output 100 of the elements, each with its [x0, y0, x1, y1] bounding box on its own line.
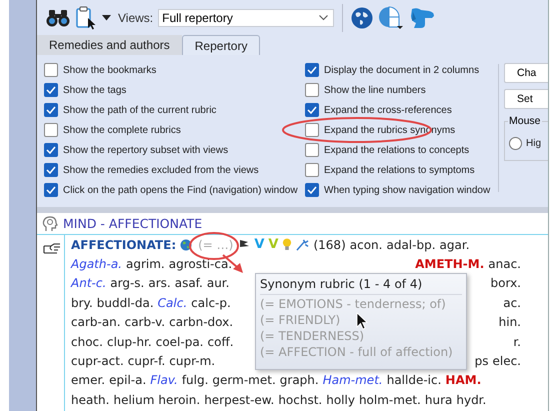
remedy-abbreviation[interactable]: holly [326, 392, 355, 407]
checkbox[interactable] [44, 163, 58, 177]
checkbox[interactable] [305, 183, 319, 197]
option-label[interactable]: Click on the path opens the Find (navigation) window [63, 184, 298, 196]
checkbox[interactable] [305, 83, 319, 97]
checkbox[interactable] [44, 183, 58, 197]
remedy-abbreviation[interactable]: coff. [208, 334, 234, 349]
remedy-abbreviation[interactable]: helium [113, 392, 154, 407]
remedy-abbreviation[interactable]: cupr-act. [71, 354, 124, 368]
option-label[interactable]: Expand the relations to concepts [324, 144, 470, 156]
radio-button[interactable] [509, 137, 522, 150]
remedy-abbreviation[interactable]: borx. [490, 276, 521, 290]
remedy-abbreviation[interactable]: aur. [206, 276, 230, 290]
remedy-abbreviation[interactable]: anac. [488, 257, 521, 272]
remedy-abbreviation[interactable]: asaf. [174, 276, 203, 290]
group-title: Mouse [508, 115, 542, 127]
remedy-abbreviation[interactable]: germ-met. [212, 373, 276, 388]
rubric-path[interactable]: MIND - AFFECTIONATE [63, 216, 202, 231]
remedy-abbreviation[interactable]: epil-a. [109, 373, 146, 388]
remedy-abbreviation[interactable]: elec. [492, 354, 521, 368]
option-label[interactable]: Show the path of the current rubric [63, 104, 216, 116]
remedy-abbreviation[interactable]: hura [424, 392, 452, 407]
head-profile-icon [42, 216, 58, 232]
checkbox[interactable] [305, 63, 319, 77]
checkbox[interactable] [44, 83, 58, 97]
side-button[interactable]: Set [504, 89, 548, 109]
wand-icon[interactable] [296, 238, 310, 251]
remedy-abbreviation[interactable]: agrosti-ca. [168, 257, 232, 272]
checkbox[interactable] [44, 103, 58, 117]
remedy-abbreviation[interactable]: agrim. [126, 257, 165, 272]
remedy-abbreviation[interactable]: choc. [71, 334, 103, 349]
remedy-abbreviation[interactable]: Calc. [158, 296, 188, 310]
remedy-abbreviation[interactable]: holm-met. [358, 392, 421, 407]
remedy-abbreviation[interactable]: Flav. [150, 373, 178, 388]
remedy-abbreviation[interactable]: hallde-ic. [386, 373, 442, 388]
remedy-abbreviation[interactable]: r. [513, 334, 521, 349]
remedy-abbreviation[interactable]: AMETH-M. [415, 257, 484, 272]
tab[interactable]: Remedies and authors [37, 35, 182, 55]
remedy-abbreviation[interactable]: carbn-dox. [169, 315, 234, 330]
pointing-hand-icon [43, 243, 61, 255]
globe-icon[interactable] [351, 6, 374, 28]
remedy-abbreviation[interactable]: adal-bp. [386, 238, 436, 252]
option-label[interactable]: Expand the relations to symptoms [324, 164, 475, 176]
remedy-abbreviation[interactable]: coel-pa. [156, 334, 204, 349]
clipboard-icon[interactable] [75, 6, 97, 30]
option-label[interactable]: When typing show navigation window [324, 184, 490, 196]
remedy-abbreviation[interactable]: heath. [71, 392, 110, 407]
views-label: Views: [118, 10, 154, 24]
checkbox[interactable] [44, 143, 58, 157]
remedy-abbreviation[interactable]: acon. [350, 238, 382, 252]
remedy-abbreviation[interactable]: ps [474, 354, 488, 368]
radio-label[interactable]: Hig [526, 138, 542, 149]
remedy-abbreviation[interactable]: carb-v. [124, 315, 166, 330]
checkbox[interactable] [44, 63, 58, 77]
binoculars-icon[interactable] [46, 8, 70, 26]
option-label[interactable]: Show the remedies excluded from the views [63, 164, 259, 176]
checkbox[interactable] [305, 143, 319, 157]
remedy-abbreviation[interactable]: hydr. [456, 392, 486, 407]
option-label[interactable]: Display the document in 2 columns [324, 64, 480, 76]
remedy-abbreviation[interactable]: buddl-da. [96, 296, 154, 310]
tab[interactable]: Repertory [182, 35, 260, 55]
caret-icon[interactable] [102, 14, 111, 20]
option-label[interactable]: Show the repertory subset with views [63, 144, 228, 156]
globe-icon[interactable] [180, 238, 192, 251]
remedy-abbreviation[interactable]: heroin. [158, 392, 200, 407]
remedy-abbreviation[interactable]: bry. [71, 296, 93, 310]
remedy-abbreviation[interactable]: hin. [498, 315, 521, 330]
remedy-abbreviation[interactable]: calc-p. [191, 296, 231, 310]
remedy-abbreviation[interactable]: fulg. [182, 373, 208, 388]
remedy-abbreviation[interactable]: (168) [313, 238, 346, 252]
dog-head-icon[interactable] [409, 6, 436, 28]
remedy-abbreviation[interactable]: cupr-m. [169, 354, 216, 368]
remedy-abbreviation[interactable]: HAM. [445, 373, 482, 388]
remedy-abbreviation[interactable]: graph. [280, 373, 319, 388]
remedy-abbreviation[interactable]: herpest-ew. [204, 392, 274, 407]
remedy-abbreviation[interactable]: hochst. [278, 392, 322, 407]
remedy-abbreviation[interactable]: agar. [440, 238, 470, 252]
remedy-abbreviation[interactable]: arg-s. [110, 276, 144, 290]
option-label[interactable]: Expand the cross-references [324, 104, 452, 116]
remedy-abbreviation[interactable]: carb-an. [71, 315, 121, 330]
checkbox[interactable] [305, 163, 319, 177]
option-label[interactable]: Show the bookmarks [63, 64, 156, 76]
option-label[interactable]: Show the complete rubrics [63, 124, 181, 136]
remedy-abbreviation[interactable]: cupr-f. [128, 354, 166, 368]
remedy-abbreviation[interactable]: clup-hr. [106, 334, 152, 349]
views-dropdown[interactable]: Full repertory [158, 8, 334, 26]
remedy-abbreviation[interactable]: Agath-a. [71, 257, 122, 272]
remedy-abbreviation[interactable]: Ham-met. [322, 373, 383, 388]
remedy-abbreviation[interactable]: emer. [71, 373, 106, 388]
pie-chart-icon[interactable] [378, 6, 404, 30]
checkbox[interactable] [44, 123, 58, 137]
option-label[interactable]: Show the line numbers [324, 84, 426, 96]
checkbox[interactable] [305, 123, 319, 137]
remedy-abbreviation[interactable]: ac. [503, 296, 521, 310]
remedy-abbreviation[interactable]: ars. [148, 276, 171, 290]
checkbox[interactable] [305, 103, 319, 117]
remedy-abbreviation[interactable]: Ant-c. [71, 276, 106, 290]
side-button[interactable]: Cha [504, 63, 548, 83]
option-label[interactable]: Show the tags [63, 84, 126, 96]
light-bulb-icon[interactable] [282, 238, 292, 252]
